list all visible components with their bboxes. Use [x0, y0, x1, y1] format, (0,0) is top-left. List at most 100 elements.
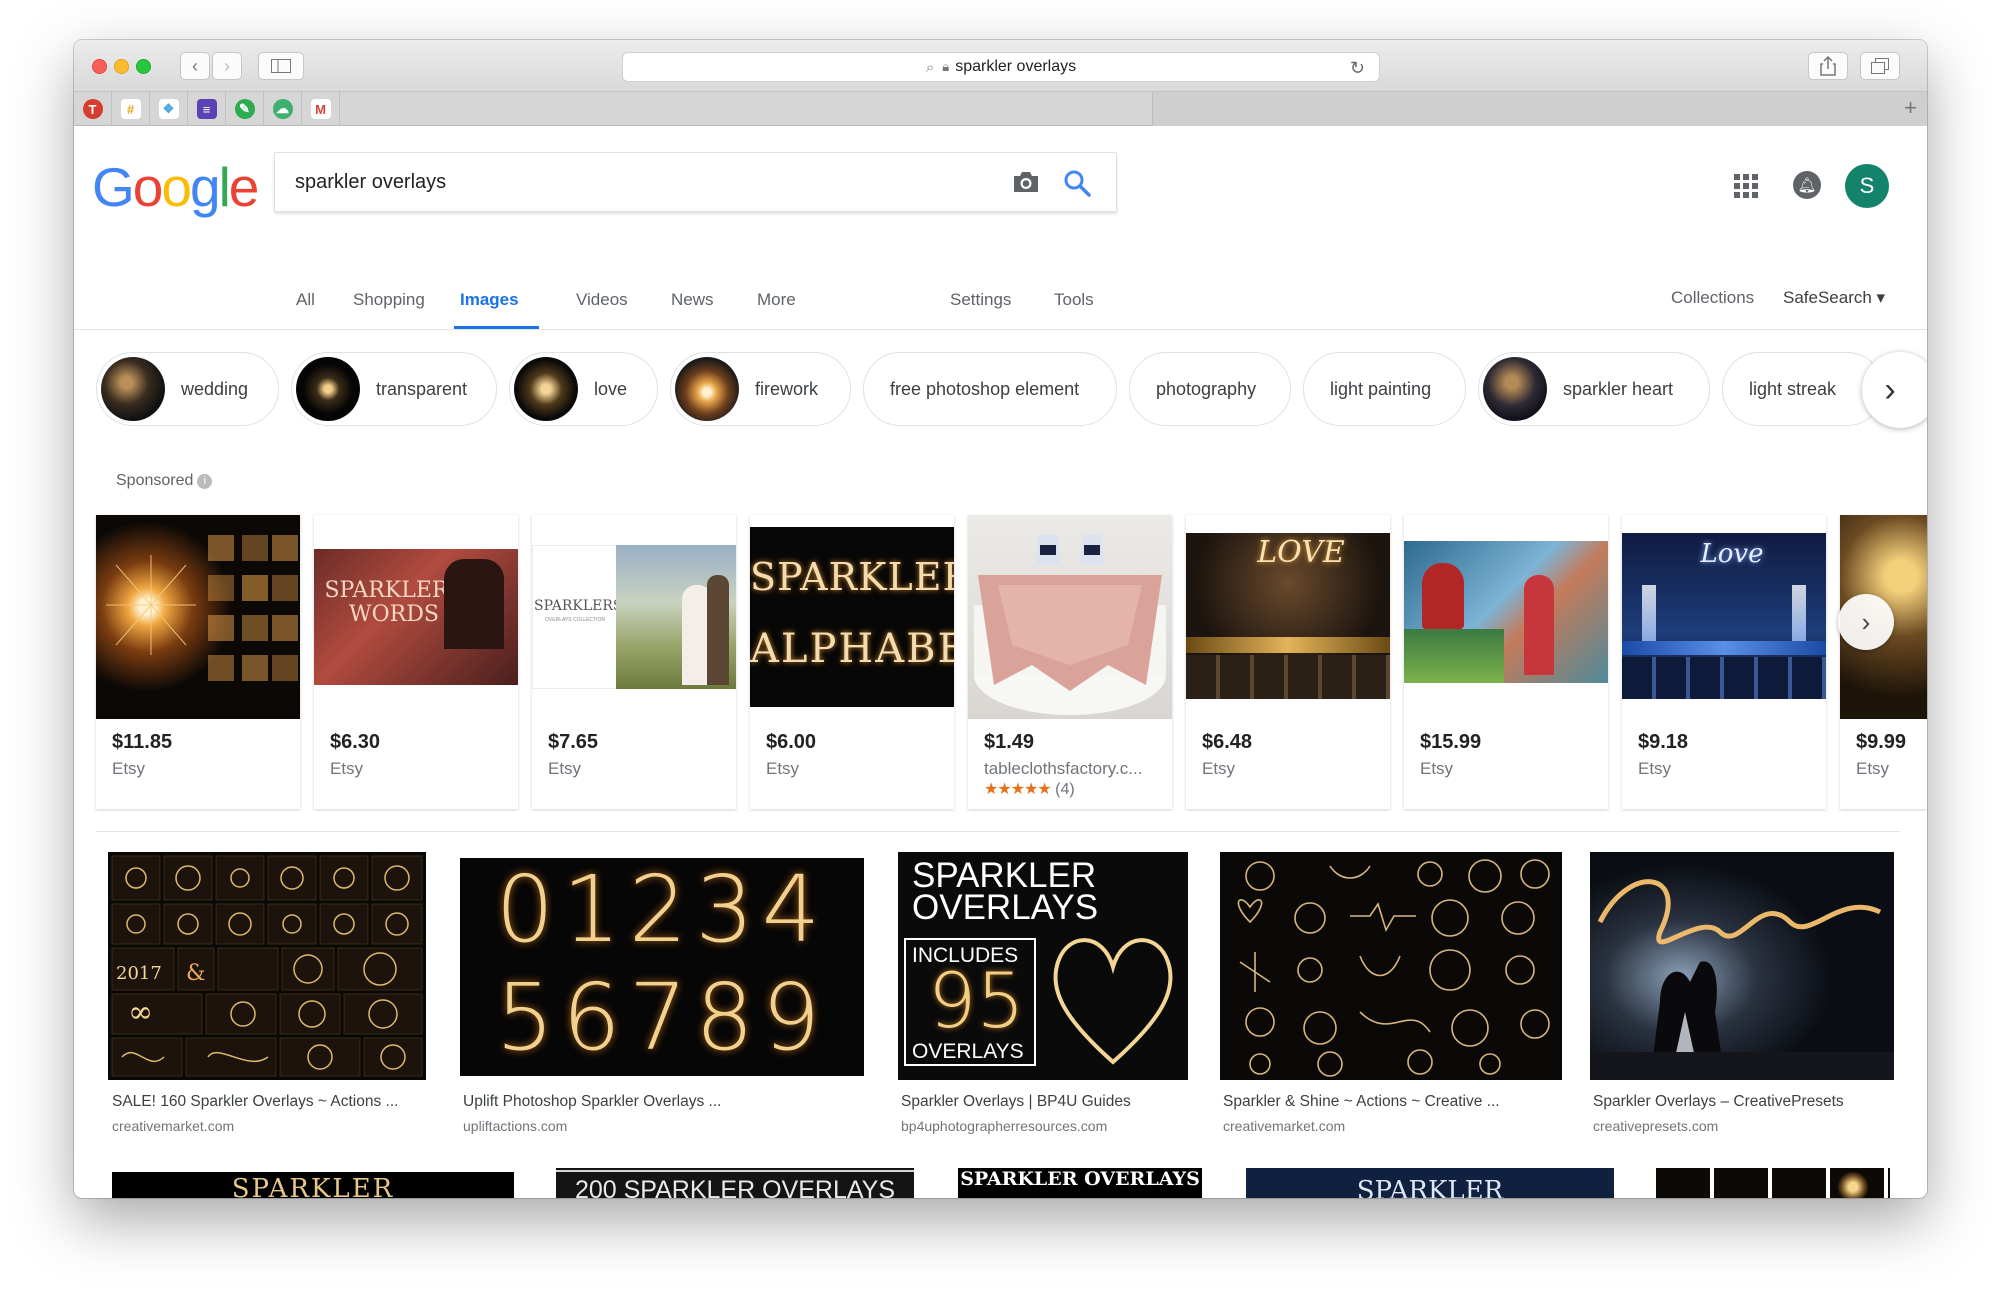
chip-light-streak[interactable]: light streak [1722, 352, 1884, 426]
bookmark-gmail-icon: M [310, 99, 331, 119]
image-result-title[interactable]: Sparkler & Shine ~ Actions ~ Creative ..… [1223, 1093, 1500, 1111]
chip-thumbnail [1483, 357, 1547, 421]
sponsored-label: Sponsored i [116, 472, 213, 490]
product-card[interactable]: LOVE $6.48 Etsy [1186, 515, 1390, 809]
maximize-window-button[interactable] [136, 59, 151, 74]
tabs-overview-button[interactable] [1860, 52, 1900, 80]
address-bar[interactable]: ⌕ 🔒︎ sparkler overlays ↻ [622, 52, 1380, 82]
google-logo[interactable]: Google [92, 155, 259, 219]
bookmark-list-icon: ≡ [196, 99, 217, 119]
bookmark-tab[interactable]: ☁ [264, 92, 302, 126]
image-result-source[interactable]: creativepresets.com [1593, 1118, 1718, 1134]
safesearch-toggle[interactable]: SafeSearch ▾ [1783, 288, 1885, 308]
product-store: Etsy [548, 759, 582, 778]
image-result-thumbnail[interactable]: SPARKLER [1246, 1168, 1614, 1198]
bookmark-tab[interactable]: T [74, 92, 112, 126]
lock-icon: 🔒︎ [942, 59, 950, 74]
image-result-title[interactable]: Sparkler Overlays | BP4U Guides [901, 1093, 1131, 1111]
minimize-window-button[interactable] [114, 59, 129, 74]
search-submit-icon[interactable] [1062, 168, 1092, 198]
image-result-source[interactable]: upliftactions.com [463, 1118, 567, 1134]
product-card[interactable]: Love $9.18 Etsy [1622, 515, 1826, 809]
image-result-title[interactable]: Sparkler Overlays – CreativePresets [1593, 1093, 1844, 1111]
chip-transparent[interactable]: transparent [291, 352, 497, 426]
product-store: Etsy [1202, 759, 1236, 778]
image-result-source[interactable]: bp4uphotographerresources.com [901, 1118, 1107, 1134]
bookmark-tab[interactable]: # [112, 92, 150, 126]
search-box[interactable]: sparkler overlays [274, 152, 1117, 212]
chip-wedding[interactable]: wedding [96, 352, 279, 426]
image-result-title[interactable]: Uplift Photoshop Sparkler Overlays ... [463, 1093, 721, 1111]
bookmark-tab[interactable]: ≡ [188, 92, 226, 126]
chip-love[interactable]: love [509, 352, 658, 426]
apps-grid-icon[interactable] [1734, 174, 1758, 198]
sidebar-toggle-button[interactable] [258, 52, 304, 80]
back-button[interactable]: ‹ [180, 52, 210, 80]
product-card[interactable]: $15.99 Etsy [1404, 515, 1608, 809]
image-result-thumbnail[interactable]: 200 SPARKLER OVERLAYS [556, 1168, 914, 1198]
collections-link[interactable]: Collections [1671, 288, 1754, 308]
forward-button[interactable]: › [212, 52, 242, 80]
bookmark-tab[interactable]: ✎ [226, 92, 264, 126]
product-price: $11.85 [112, 731, 173, 753]
products-next-button[interactable]: › [1838, 594, 1894, 650]
image-result-thumbnail[interactable]: SPARKLER OVERLAYS INCLUDES 95 OVERLAYS [898, 852, 1188, 1080]
chip-sparkler-heart[interactable]: sparkler heart [1478, 352, 1710, 426]
product-image [96, 515, 300, 719]
product-store: Etsy [766, 759, 800, 778]
header-divider [74, 329, 1927, 330]
chevron-right-icon: › [1861, 606, 1871, 637]
chips-next-button[interactable]: › [1862, 352, 1927, 428]
tab-images[interactable]: Images [460, 290, 519, 310]
image-result-thumbnail[interactable]: 01234 56789 [460, 858, 864, 1076]
chip-free-photoshop-element[interactable]: free photoshop element [863, 352, 1117, 426]
chevron-right-icon: › [1884, 370, 1896, 409]
chip-label: free photoshop element [890, 378, 1080, 399]
chip-light-painting[interactable]: light painting [1303, 352, 1466, 426]
product-image: SPARKLERS ALPHABET [750, 515, 954, 719]
tab-tools[interactable]: Tools [1054, 290, 1094, 310]
info-icon[interactable]: i [197, 474, 213, 489]
notifications-bell-icon[interactable]: 🔔︎ [1793, 171, 1821, 199]
add-tab-icon[interactable]: + [1904, 95, 1917, 121]
reload-icon[interactable]: ↻ [1350, 58, 1365, 79]
product-card[interactable]: SPARKLERS OVERLAYS COLLECTION $7.65 Etsy [532, 515, 736, 809]
bookmark-evernote-icon: ✎ [234, 99, 255, 119]
chip-photography[interactable]: photography [1129, 352, 1291, 426]
share-button[interactable] [1808, 52, 1848, 80]
bookmark-tab[interactable]: M [302, 92, 340, 126]
image-result-thumbnail[interactable] [1590, 852, 1894, 1080]
product-store: Etsy [1856, 759, 1890, 778]
search-input[interactable]: sparkler overlays [295, 171, 446, 194]
chip-label: photography [1156, 378, 1257, 399]
product-card[interactable]: SPARKLERS ALPHABET $6.00 Etsy [750, 515, 954, 809]
image-result-source[interactable]: creativemarket.com [112, 1118, 234, 1134]
chip-thumbnail [101, 357, 165, 421]
svg-text:2017: 2017 [116, 963, 162, 984]
section-divider [96, 831, 1900, 832]
image-result-source[interactable]: creativemarket.com [1223, 1118, 1345, 1134]
chip-firework[interactable]: firework [670, 352, 851, 426]
image-result-title[interactable]: SALE! 160 Sparkler Overlays ~ Actions ..… [112, 1093, 398, 1111]
bookmark-t-icon: T [82, 99, 103, 119]
image-result-thumbnail[interactable]: SPARKLER OVERLAYS [958, 1168, 1202, 1198]
bookmark-tab[interactable]: ❖ [150, 92, 188, 126]
product-image: Love [1622, 515, 1826, 719]
tab-videos[interactable]: Videos [576, 290, 628, 310]
product-card[interactable]: $1.49 tableclothsfactory.c... ★★★★★ (4) [968, 515, 1172, 809]
product-card[interactable]: SPARKLERS WORDS $6.30 Etsy [314, 515, 518, 809]
image-result-thumbnail[interactable]: 2017 & ∞ [108, 852, 426, 1080]
tab-all[interactable]: All [296, 290, 315, 310]
product-card[interactable]: $9.99 Etsy [1840, 515, 1927, 809]
camera-icon[interactable] [1012, 170, 1040, 194]
tab-news[interactable]: News [671, 290, 714, 310]
image-result-thumbnail[interactable] [1656, 1168, 1890, 1198]
product-card[interactable]: $11.85 Etsy [96, 515, 300, 809]
tab-settings[interactable]: Settings [950, 290, 1011, 310]
tab-shopping[interactable]: Shopping [353, 290, 425, 310]
image-result-thumbnail[interactable] [1220, 852, 1562, 1080]
image-result-thumbnail[interactable]: SPARKLER [112, 1172, 514, 1198]
tab-more[interactable]: More [757, 290, 796, 310]
account-avatar[interactable]: S [1845, 164, 1889, 208]
close-window-button[interactable] [92, 59, 107, 74]
